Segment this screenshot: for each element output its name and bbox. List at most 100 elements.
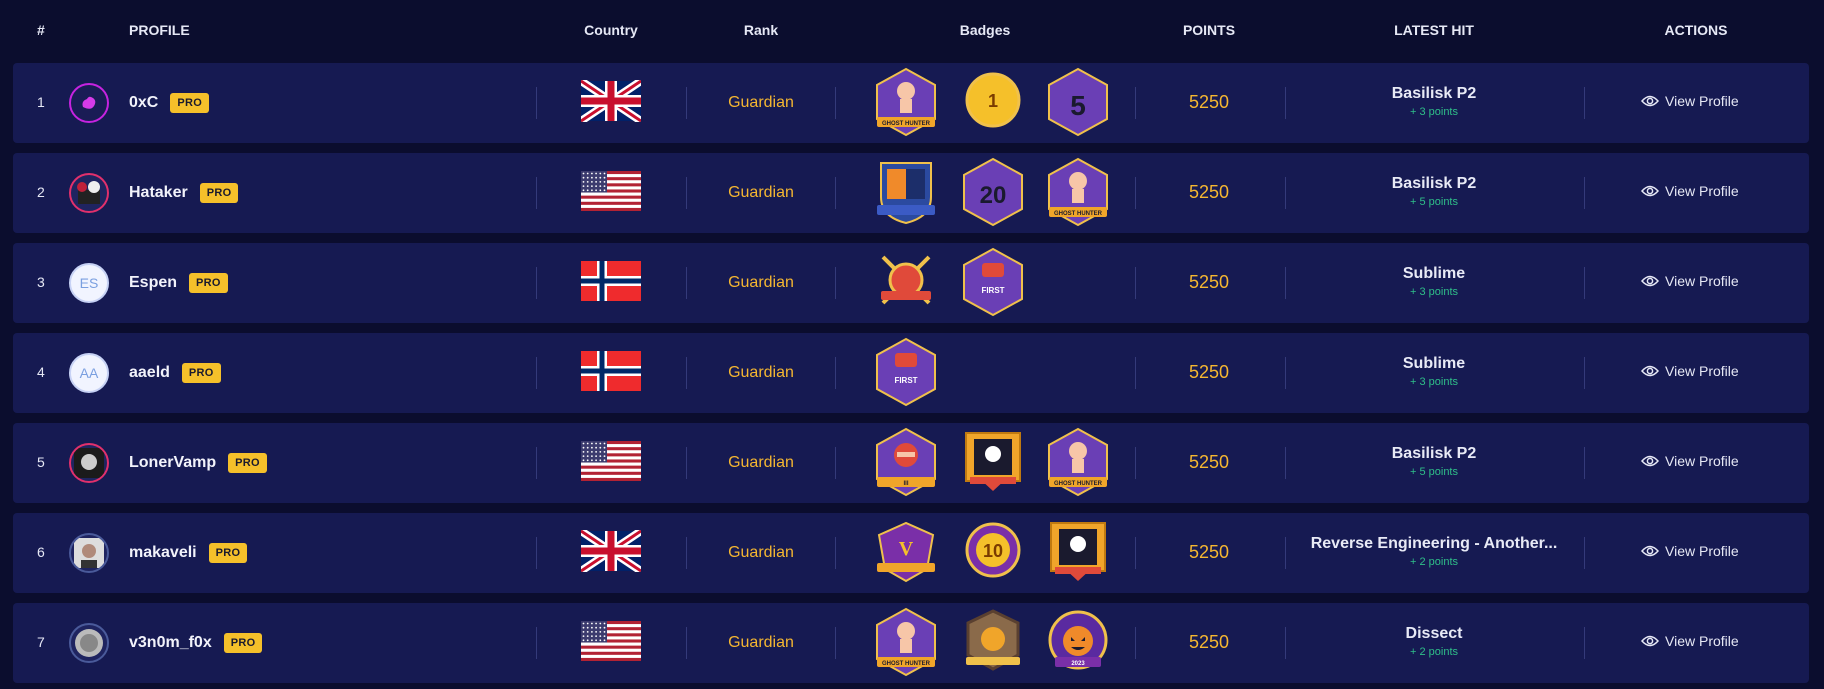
reverser-skull-badge-icon xyxy=(960,427,1026,497)
rank-title: Guardian xyxy=(728,544,794,561)
header-points: POINTS xyxy=(1182,22,1236,38)
column-divider xyxy=(1584,87,1585,119)
20-first-blood-badge-icon: 20 xyxy=(960,157,1026,227)
column-divider xyxy=(1285,447,1286,479)
latest-hit-points: + 5 points xyxy=(1409,196,1458,208)
hacker-shield-badge-icon xyxy=(873,157,939,227)
badges-list: 20 GHOST HUNTER xyxy=(873,157,1113,227)
latest-hit-points: + 5 points xyxy=(1409,466,1458,478)
username-text: LonerVamp xyxy=(129,454,217,472)
avatar[interactable] xyxy=(69,623,109,663)
username[interactable]: makaveli PRO xyxy=(129,543,248,563)
column-divider xyxy=(536,267,537,299)
points-value: 5250 xyxy=(1188,632,1230,652)
table-row: 3 ES Espen PRO Guardian FIRST 5250 Sublime + 3 p… xyxy=(13,243,1809,323)
column-divider xyxy=(536,357,537,389)
avatar[interactable]: ES xyxy=(69,263,109,303)
rank-title: Guardian xyxy=(728,454,794,471)
table-row: 6 makaveli PRO Guardian V 10 5250 Reverse Engin… xyxy=(13,513,1809,593)
usa-flag-icon xyxy=(581,620,641,662)
rank-title: Guardian xyxy=(728,274,794,291)
header-badges: Badges xyxy=(959,22,1011,38)
badges-list: GHOST HUNTER 2023 xyxy=(873,607,1113,677)
svg-text:III: III xyxy=(903,481,908,487)
column-divider xyxy=(835,447,836,479)
table-row: 1 0xC PRO Guardian GHOST HUNTER 1 5 5250 Basilis… xyxy=(13,63,1809,143)
svg-text:GHOST HUNTER: GHOST HUNTER xyxy=(882,121,931,127)
bronze-shield-badge-icon xyxy=(960,607,1026,677)
table-row: 4 AA aaeld PRO Guardian FIRST 5250 Sublime + 3 p… xyxy=(13,333,1809,413)
username[interactable]: 0xC PRO xyxy=(129,93,210,113)
table-row: 2 Hataker PRO Guardian 20 GHOST HUNTER 5250 Bas… xyxy=(13,153,1809,233)
eye-icon xyxy=(1641,275,1659,287)
table-row: 7 v3n0m_f0x PRO Guardian GHOST HUNTER 2023 525… xyxy=(13,603,1809,683)
pro-badge: PRO xyxy=(199,183,239,203)
badges-list: FIRST xyxy=(873,337,1113,407)
ninja-badge-icon: III xyxy=(873,427,939,497)
username-text: 0xC xyxy=(129,94,159,112)
column-divider xyxy=(1285,627,1286,659)
latest-hit: Basilisk P2 + 5 points xyxy=(1392,175,1477,208)
ghost-hunter-badge-icon: GHOST HUNTER xyxy=(873,607,939,677)
column-divider xyxy=(1584,537,1585,569)
column-divider xyxy=(1285,177,1286,209)
pro-badge: PRO xyxy=(170,93,210,113)
view-profile-button[interactable]: View Profile xyxy=(1641,273,1739,289)
svg-text:GHOST HUNTER: GHOST HUNTER xyxy=(882,661,931,667)
rank-number: 3 xyxy=(37,274,45,290)
column-divider xyxy=(1584,177,1585,209)
avatar[interactable]: AA xyxy=(69,353,109,393)
points-value: 5250 xyxy=(1188,272,1230,292)
column-divider xyxy=(536,537,537,569)
view-profile-button[interactable]: View Profile xyxy=(1641,93,1739,109)
username[interactable]: LonerVamp PRO xyxy=(129,453,267,473)
10-global-medal-icon: 10 xyxy=(960,517,1026,587)
eye-icon xyxy=(1641,635,1659,647)
header-num: # xyxy=(37,22,45,38)
column-divider xyxy=(1135,357,1136,389)
column-divider xyxy=(835,87,836,119)
avatar[interactable] xyxy=(69,443,109,483)
eye-icon xyxy=(1641,95,1659,107)
badges-list: FIRST xyxy=(873,247,1113,317)
view-profile-button[interactable]: View Profile xyxy=(1641,363,1739,379)
latest-hit-title: Basilisk P2 xyxy=(1391,175,1477,192)
ghost-hunter-badge-icon: GHOST HUNTER xyxy=(1045,157,1111,227)
svg-text:V: V xyxy=(899,538,914,560)
avatar[interactable] xyxy=(69,533,109,573)
column-divider xyxy=(686,177,687,209)
pro-badge: PRO xyxy=(223,633,263,653)
username[interactable]: Hataker PRO xyxy=(129,183,239,203)
view-profile-button[interactable]: View Profile xyxy=(1641,453,1739,469)
svg-text:20: 20 xyxy=(980,182,1007,209)
svg-text:GHOST HUNTER: GHOST HUNTER xyxy=(1054,211,1103,217)
username[interactable]: Espen PRO xyxy=(129,273,228,293)
view-profile-button[interactable]: View Profile xyxy=(1641,543,1739,559)
view-profile-button[interactable]: View Profile xyxy=(1641,633,1739,649)
column-divider xyxy=(835,537,836,569)
view-profile-button[interactable]: View Profile xyxy=(1641,183,1739,199)
uk-flag-icon xyxy=(578,527,644,575)
avatar[interactable] xyxy=(69,83,109,123)
username-text: makaveli xyxy=(129,544,197,562)
view-profile-label: View Profile xyxy=(1665,543,1739,559)
rank-title: Guardian xyxy=(728,94,794,111)
latest-hit: Sublime + 3 points xyxy=(1403,355,1465,388)
rank-number: 4 xyxy=(37,364,45,380)
column-divider xyxy=(1285,537,1286,569)
pro-badge: PRO xyxy=(228,453,267,473)
latest-hit-title: Basilisk P2 xyxy=(1391,85,1477,102)
table-row: 5 LonerVamp PRO Guardian III GHOST HUNTER 5250… xyxy=(13,423,1809,503)
column-divider xyxy=(1584,267,1585,299)
avatar[interactable] xyxy=(69,173,109,213)
view-profile-label: View Profile xyxy=(1665,363,1739,379)
column-divider xyxy=(536,87,537,119)
eye-icon xyxy=(1641,185,1659,197)
rank-title: Guardian xyxy=(728,634,794,651)
ghost-hunter-badge-icon: GHOST HUNTER xyxy=(873,67,939,137)
rank-number: 5 xyxy=(37,454,45,470)
rank-title: Guardian xyxy=(728,364,794,381)
username[interactable]: aaeld PRO xyxy=(129,363,221,383)
column-divider xyxy=(1135,537,1136,569)
username[interactable]: v3n0m_f0x PRO xyxy=(129,633,263,653)
